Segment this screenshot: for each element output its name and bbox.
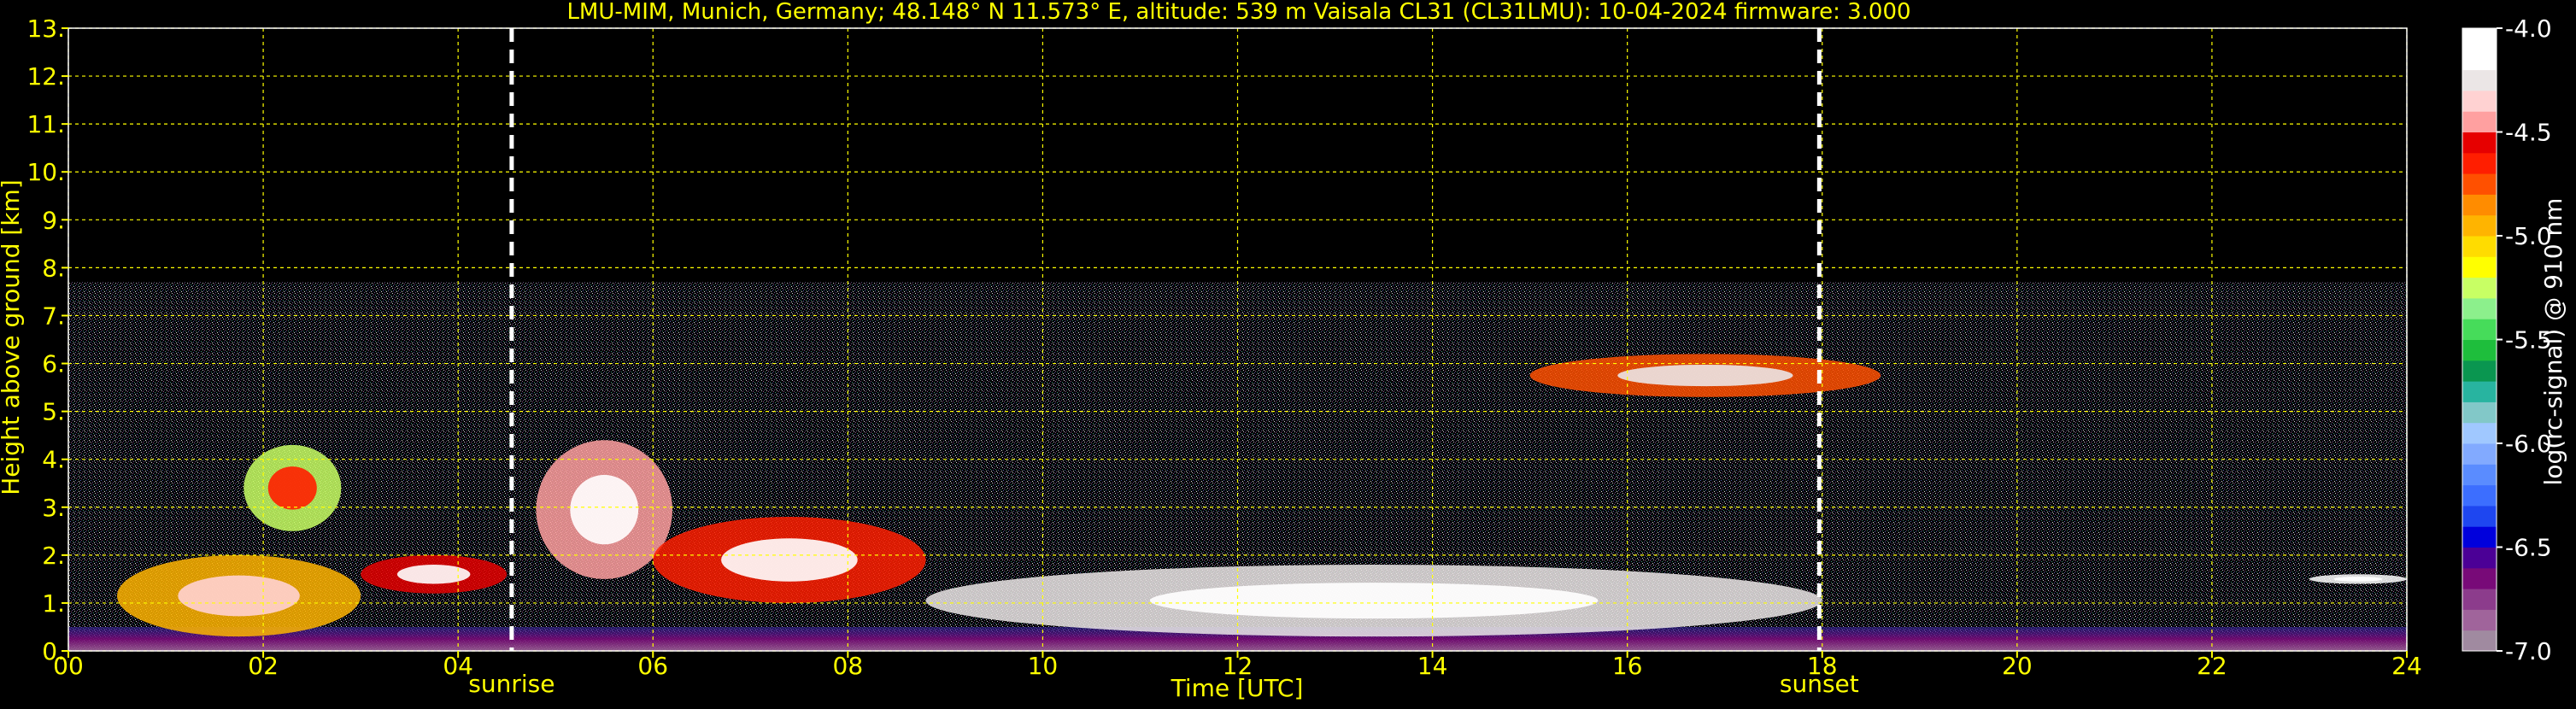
- y-tick-label: 11.: [26, 110, 65, 138]
- colorbar-swatch: [2462, 360, 2497, 382]
- colorbar-swatch: [2462, 339, 2497, 361]
- x-tick-label: 04: [443, 652, 473, 680]
- colorbar-swatch: [2462, 256, 2497, 278]
- x-tick-label: 02: [248, 652, 279, 680]
- colorbar-swatch: [2462, 194, 2497, 216]
- colorbar-tick-label: -6.5: [2505, 534, 2552, 562]
- colorbar-swatch: [2462, 589, 2497, 610]
- y-tick-label: 7.: [42, 302, 65, 330]
- y-tick-label: 10.: [26, 158, 65, 186]
- colorbar-swatch: [2462, 319, 2497, 340]
- y-tick-label: 12.: [26, 62, 65, 91]
- sunrise-label: sunrise: [468, 670, 555, 698]
- colorbar-swatch: [2462, 173, 2497, 195]
- colorbar-swatch: [2462, 526, 2497, 548]
- y-axis-label: Height above ground [km]: [0, 179, 25, 495]
- colorbar-swatch: [2462, 609, 2497, 631]
- x-tick-label: 06: [637, 652, 668, 680]
- colorbar-swatch: [2462, 297, 2497, 319]
- x-tick-label: 16: [1612, 652, 1643, 680]
- y-tick-label: 1.: [42, 589, 65, 618]
- y-tick-label: 2.: [42, 542, 65, 570]
- feature-morning-aerosol-plume-core: [178, 575, 300, 617]
- x-tick-label: 24: [2391, 652, 2422, 680]
- y-tick-label: 0.: [42, 637, 65, 665]
- feature-boundary-layer-cloud-tops-core: [1149, 583, 1599, 619]
- x-tick-label: 08: [833, 652, 864, 680]
- colorbar-swatch: [2462, 464, 2497, 486]
- x-tick-label: 10: [1028, 652, 1059, 680]
- colorbar-tick-label: -7.0: [2505, 637, 2552, 665]
- colorbar-swatch: [2462, 111, 2497, 132]
- y-tick-label: 8.: [42, 254, 65, 282]
- x-tick-label: 22: [2197, 652, 2227, 680]
- chart-title: LMU-MIM, Munich, Germany; 48.148° N 11.5…: [566, 0, 1910, 25]
- colorbar-tick-label: -4.5: [2505, 119, 2552, 147]
- colorbar-swatch: [2462, 152, 2497, 174]
- colorbar-swatch: [2462, 277, 2497, 299]
- x-tick-label: 14: [1417, 652, 1448, 680]
- colorbar-swatch: [2462, 630, 2497, 652]
- x-axis-label: Time [UTC]: [1171, 674, 1304, 702]
- chart-svg: sunrise sunset 00 02 04 06 08 10 12 14 16 18 20 22 24…: [0, 0, 2576, 706]
- colorbar-swatch: [2462, 90, 2497, 112]
- colorbar-label: log(rc-signal) @ 910 nm: [2539, 198, 2567, 486]
- colorbar-swatch: [2462, 381, 2497, 402]
- colorbar-swatch: [2462, 132, 2497, 154]
- colorbar-tick-label: -4.0: [2505, 15, 2552, 43]
- x-tick-label: 18: [1807, 652, 1838, 680]
- feature-mid-level-cloud-core: [1617, 364, 1793, 387]
- feature-late-evening-layer-core: [2333, 577, 2383, 582]
- colorbar-swatch: [2462, 567, 2497, 589]
- feature-mid-morning-layer-core: [721, 538, 858, 582]
- feature-post-sunrise-plume-core: [570, 474, 639, 545]
- ceilometer-chart: sunrise sunset 00 02 04 06 08 10 12 14 16 18 20 22 24…: [0, 0, 2576, 706]
- feature-early-morning-layer-core: [396, 565, 471, 584]
- colorbar-swatch: [2462, 422, 2497, 444]
- y-tick-label: 5.: [42, 398, 65, 426]
- colorbar-swatch: [2462, 443, 2497, 465]
- y-tick-label: 4.: [42, 446, 65, 474]
- colorbar-swatch: [2462, 236, 2497, 257]
- colorbar-swatch: [2462, 49, 2497, 71]
- colorbar-swatch: [2462, 505, 2497, 527]
- colorbar-swatch: [2462, 214, 2497, 237]
- y-tick-label: 13.: [26, 15, 65, 43]
- x-tick-label: 20: [2002, 652, 2033, 680]
- colorbar-swatch: [2462, 69, 2497, 91]
- y-tick-label: 6.: [42, 350, 65, 378]
- y-tick-label: 9.: [42, 206, 65, 234]
- colorbar-swatch: [2462, 28, 2497, 50]
- y-tick-label: 3.: [42, 494, 65, 522]
- colorbar-swatch: [2462, 547, 2497, 569]
- colorbar-swatch: [2462, 484, 2497, 507]
- colorbar-swatch: [2462, 401, 2497, 424]
- feature-convective-plume-core: [267, 466, 317, 510]
